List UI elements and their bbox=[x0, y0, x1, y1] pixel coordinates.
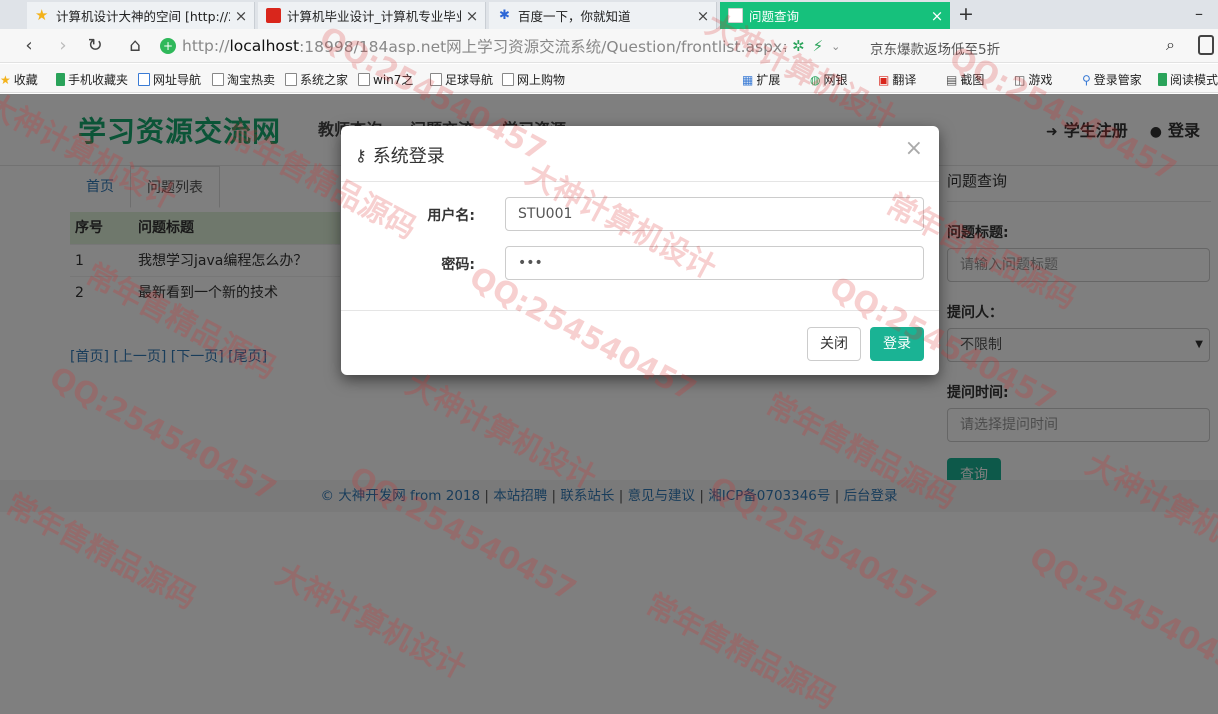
bookmark-system[interactable]: 系统之家 bbox=[285, 71, 348, 88]
password-label: 密码: bbox=[441, 257, 475, 273]
page-icon bbox=[430, 73, 442, 86]
bookmark-label: 淘宝热卖 bbox=[227, 73, 276, 87]
bookmark-label: 游戏 bbox=[1028, 73, 1053, 87]
bookmark-label: 阅读模式 bbox=[1170, 73, 1218, 87]
bookmarks-bar: ★ 收藏 手机收藏夹 网址导航 淘宝热卖 系统之家 win7之 足球导航 网上购物… bbox=[0, 64, 1218, 93]
bookmark-label: 网银 bbox=[823, 73, 848, 87]
scissors-icon: ▤ bbox=[946, 72, 958, 87]
bookmark-football[interactable]: 足球导航 bbox=[430, 71, 493, 88]
tab-title: 计算机设计大神的空间 [http://2 bbox=[56, 9, 230, 24]
page-icon bbox=[212, 73, 224, 86]
home-icon[interactable]: ⌂ bbox=[122, 34, 148, 58]
password-row: 密码: ••• bbox=[341, 246, 939, 280]
minimize-icon[interactable]: – bbox=[1190, 4, 1208, 24]
bookmark-games[interactable]: ◫ 游戏 bbox=[1014, 71, 1052, 88]
page-icon bbox=[728, 8, 743, 23]
bookmark-label: 网址导航 bbox=[153, 73, 202, 87]
address-bar: ‹ › ↻ ⌂ + http://localhost:18998/184asp.… bbox=[0, 29, 1218, 63]
tab-title: 百度一下，你就知道 bbox=[518, 9, 631, 24]
close-icon[interactable]: × bbox=[696, 7, 710, 25]
key-icon: ⚷ bbox=[355, 145, 367, 165]
bookmark-label: 翻译 bbox=[892, 73, 917, 87]
bookmark-taobao[interactable]: 淘宝热卖 bbox=[212, 71, 275, 88]
site-favicon-icon bbox=[266, 8, 281, 23]
bookmark-mobile[interactable]: 手机收藏夹 bbox=[56, 71, 128, 88]
bookmark-translate[interactable]: ▣ 翻译 bbox=[878, 71, 916, 88]
bookmark-favorites[interactable]: ★ 收藏 bbox=[0, 71, 38, 88]
browser-tab-bar: ★ 计算机设计大神的空间 [http://2 × 计算机毕业设计_计算机专业毕业… bbox=[0, 0, 1218, 29]
username-row: 用户名: STU001 bbox=[341, 197, 939, 231]
star-icon: ★ bbox=[0, 72, 11, 87]
bookmark-extensions[interactable]: ▦ 扩展 bbox=[742, 71, 780, 88]
page-icon bbox=[358, 73, 370, 86]
bookmark-label: 手机收藏夹 bbox=[68, 73, 129, 87]
gamepad-icon: ◫ bbox=[1014, 72, 1026, 87]
close-button[interactable]: 关闭 bbox=[807, 327, 861, 361]
bookmark-bank[interactable]: ◍ 网银 bbox=[810, 71, 848, 88]
user-icon: ⚲ bbox=[1082, 72, 1091, 87]
shield-icon: + bbox=[160, 38, 176, 54]
phone-icon bbox=[56, 73, 65, 86]
promo-text[interactable]: 京东爆款返场低至5折 bbox=[870, 38, 1000, 58]
bookmark-label: 截图 bbox=[960, 73, 985, 87]
bookmark-label: 收藏 bbox=[13, 73, 38, 87]
username-input[interactable]: STU001 bbox=[505, 197, 924, 231]
modal-header: ⚷ 系统登录 × bbox=[341, 126, 939, 182]
close-icon[interactable]: × bbox=[930, 7, 944, 25]
bookmark-win7[interactable]: win7之 bbox=[358, 71, 413, 88]
bookmark-nav[interactable]: 网址导航 bbox=[138, 71, 201, 88]
modal-footer: 关闭 登录 bbox=[341, 310, 939, 375]
speed-icon[interactable]: ✲ bbox=[792, 37, 805, 55]
modal-title-text: 系统登录 bbox=[372, 146, 445, 167]
browser-tab-active[interactable]: 问题查询 × bbox=[720, 2, 950, 29]
bookmark-label: win7之 bbox=[373, 73, 414, 87]
url-host: localhost bbox=[229, 37, 300, 55]
translate-icon: ▣ bbox=[878, 72, 890, 87]
bookmark-label: 扩展 bbox=[756, 73, 781, 87]
bookmark-label: 登录管家 bbox=[1093, 73, 1142, 87]
url-input[interactable]: + http://localhost:18998/184asp.net网上学习资… bbox=[160, 33, 786, 59]
tablet-icon[interactable] bbox=[1198, 35, 1214, 55]
url-path: :18998/184asp.net网上学习资源交流系统/Question/fro… bbox=[299, 38, 786, 56]
password-input[interactable]: ••• bbox=[505, 246, 924, 280]
star-icon: ★ bbox=[35, 6, 49, 24]
book-icon bbox=[1158, 73, 1167, 86]
chevron-down-icon[interactable]: ⌄ bbox=[831, 40, 840, 53]
grid-icon: ▦ bbox=[742, 72, 754, 87]
tab-title: 问题查询 bbox=[749, 9, 800, 24]
paw-icon: ✱ bbox=[499, 8, 510, 23]
address-tools: ✲ ⚡ ⌄ bbox=[792, 37, 840, 55]
search-icon[interactable]: ⌕ bbox=[1166, 35, 1175, 55]
bookmark-login-manager[interactable]: ⚲ 登录管家 bbox=[1082, 71, 1142, 88]
new-tab-button[interactable]: + bbox=[954, 2, 978, 27]
bank-icon: ◍ bbox=[810, 72, 821, 87]
modal-title: ⚷ 系统登录 bbox=[355, 142, 445, 168]
browser-tab-3[interactable]: ✱ 百度一下，你就知道 × bbox=[489, 2, 717, 29]
bookmark-label: 系统之家 bbox=[300, 73, 349, 87]
login-button[interactable]: 登录 bbox=[870, 327, 924, 361]
lightning-icon[interactable]: ⚡ bbox=[813, 37, 824, 55]
login-modal: ⚷ 系统登录 × 用户名: STU001 密码: ••• 关闭 登录 bbox=[341, 126, 939, 375]
tab-title: 计算机毕业设计_计算机专业毕业 bbox=[287, 9, 461, 24]
bookmark-screenshot[interactable]: ▤ 截图 bbox=[946, 71, 984, 88]
bookmark-reading[interactable]: 阅读模式 bbox=[1158, 71, 1218, 88]
page-icon bbox=[285, 73, 297, 86]
bookmark-label: 足球导航 bbox=[445, 73, 494, 87]
forward-icon[interactable]: › bbox=[50, 34, 76, 58]
username-label: 用户名: bbox=[427, 208, 475, 224]
reload-icon[interactable]: ↻ bbox=[82, 34, 108, 58]
back-icon[interactable]: ‹ bbox=[16, 34, 42, 58]
close-icon[interactable]: × bbox=[905, 138, 923, 160]
page-icon bbox=[502, 73, 514, 86]
browser-tab-2[interactable]: 计算机毕业设计_计算机专业毕业 × bbox=[258, 2, 486, 29]
bookmark-label: 网上购物 bbox=[517, 73, 566, 87]
browser-tab-1[interactable]: ★ 计算机设计大神的空间 [http://2 × bbox=[27, 2, 255, 29]
bookmark-shopping[interactable]: 网上购物 bbox=[502, 71, 565, 88]
url-prefix: http:// bbox=[182, 37, 230, 55]
close-icon[interactable]: × bbox=[465, 7, 479, 25]
page-icon bbox=[138, 73, 150, 86]
close-icon[interactable]: × bbox=[234, 7, 248, 25]
